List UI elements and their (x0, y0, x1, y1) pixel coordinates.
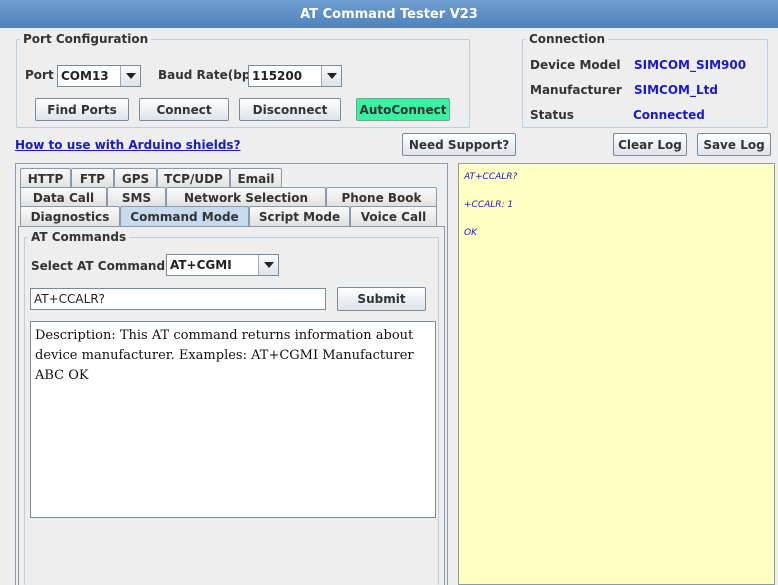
tab-ftp[interactable]: FTP (71, 168, 114, 188)
split-divider[interactable] (448, 163, 458, 585)
manufacturer-label: Manufacturer (530, 83, 622, 97)
connection-legend: Connection (529, 32, 606, 46)
chevron-down-icon[interactable] (120, 66, 140, 86)
autoconnect-button[interactable]: AutoConnect (356, 98, 450, 121)
baud-rate-select-value: 115200 (252, 69, 303, 83)
chevron-down-icon[interactable] (321, 66, 341, 86)
tab-sms[interactable]: SMS (107, 187, 166, 207)
clear-log-button[interactable]: Clear Log (613, 133, 687, 156)
tab-data-call[interactable]: Data Call (20, 187, 107, 207)
disconnect-button[interactable]: Disconnect (239, 98, 341, 121)
at-command-select[interactable]: AT+CGMI (166, 254, 279, 276)
log-line: AT+CCALR? (464, 172, 518, 182)
baud-rate-select[interactable]: 115200 (248, 65, 342, 87)
port-label: Port (25, 68, 54, 82)
tab-phone-book[interactable]: Phone Book (326, 187, 437, 207)
status-label: Status (530, 108, 574, 122)
need-support-button[interactable]: Need Support? (402, 133, 516, 156)
tab-network-selection[interactable]: Network Selection (166, 187, 326, 207)
window-title: AT Command Tester V23 (0, 0, 778, 28)
arduino-shields-link[interactable]: How to use with Arduino shields? (15, 138, 241, 152)
command-description: Description: This AT command returns inf… (30, 321, 436, 518)
tab-email[interactable]: Email (230, 168, 282, 188)
at-commands-legend: AT Commands (31, 230, 127, 244)
device-model-value: SIMCOM_SIM900 (634, 58, 747, 72)
tab-gps[interactable]: GPS (114, 168, 157, 188)
find-ports-button[interactable]: Find Ports (35, 98, 129, 121)
port-select[interactable]: COM13 (57, 65, 141, 87)
tab-script-mode[interactable]: Script Mode (249, 206, 350, 226)
tab-tcp-udp[interactable]: TCP/UDP (157, 168, 230, 188)
log-line: +CCALR: 1 (464, 200, 514, 210)
tab-command-mode[interactable]: Command Mode (120, 206, 249, 227)
port-select-value: COM13 (61, 69, 109, 83)
tab-http[interactable]: HTTP (20, 168, 71, 188)
connect-button[interactable]: Connect (139, 98, 229, 121)
chevron-down-icon[interactable] (258, 255, 278, 275)
tab-diagnostics[interactable]: Diagnostics (20, 206, 120, 226)
tab-voice-call[interactable]: Voice Call (350, 206, 437, 226)
log-line: OK (464, 228, 477, 238)
select-at-command-label: Select AT Command (31, 259, 166, 273)
at-command-select-value: AT+CGMI (170, 258, 232, 272)
device-model-label: Device Model (530, 58, 621, 72)
submit-button[interactable]: Submit (337, 287, 426, 311)
log-output[interactable]: AT+CCALR? +CCALR: 1 OK (458, 163, 775, 585)
at-command-input[interactable]: AT+CCALR? (30, 288, 326, 310)
port-configuration-legend: Port Configuration (23, 32, 149, 46)
save-log-button[interactable]: Save Log (697, 133, 771, 156)
manufacturer-value: SIMCOM_Ltd (634, 83, 718, 97)
status-value: Connected (633, 108, 705, 122)
